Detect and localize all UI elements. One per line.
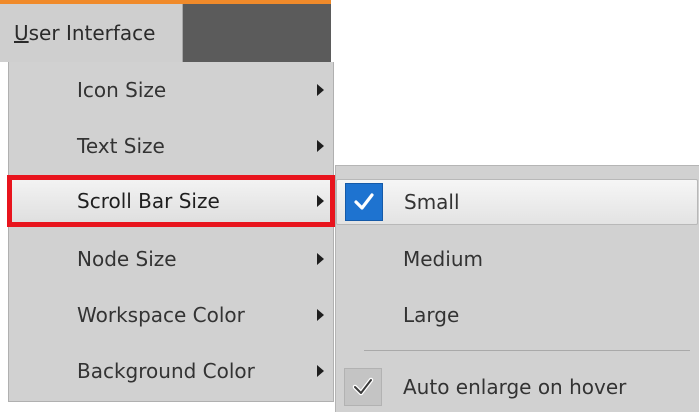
submenu-item-label: Medium bbox=[403, 247, 483, 271]
chevron-right-icon bbox=[317, 195, 324, 207]
checkmark-icon bbox=[345, 183, 383, 221]
submenu-separator bbox=[364, 350, 690, 351]
menu-item-label: Node Size bbox=[77, 247, 177, 271]
menu-item-workspace-color[interactable]: Workspace Color bbox=[9, 295, 333, 335]
menu-item-icon-size[interactable]: Icon Size bbox=[9, 70, 333, 110]
menu-item-label: Text Size bbox=[77, 134, 165, 158]
menu-item-label: Icon Size bbox=[77, 78, 167, 102]
menu-item-scroll-bar-size[interactable]: Scroll Bar Size bbox=[7, 175, 335, 227]
menu-bar: User Interface bbox=[0, 0, 331, 62]
submenu-item-label: Auto enlarge on hover bbox=[403, 375, 627, 399]
submenu-item-small[interactable]: Small bbox=[336, 179, 698, 225]
menu-item-label: Scroll Bar Size bbox=[77, 189, 220, 213]
submenu-item-auto-enlarge-on-hover[interactable]: Auto enlarge on hover bbox=[336, 364, 698, 410]
chevron-right-icon bbox=[317, 253, 324, 265]
menu-user-interface[interactable]: User Interface bbox=[0, 4, 183, 62]
chevron-right-icon bbox=[317, 309, 324, 321]
menu-item-node-size[interactable]: Node Size bbox=[9, 239, 333, 279]
submenu-item-large[interactable]: Large bbox=[336, 292, 698, 338]
menu-item-label: Background Color bbox=[77, 359, 255, 383]
menu-item-background-color[interactable]: Background Color bbox=[9, 351, 333, 391]
checkmark-icon bbox=[344, 368, 382, 406]
menu-user-interface-mnemonic: U bbox=[14, 21, 29, 45]
chevron-right-icon bbox=[317, 84, 324, 96]
scroll-bar-size-submenu: Small Medium Large Auto enlarge on hover bbox=[335, 165, 699, 412]
submenu-item-label: Small bbox=[404, 190, 460, 214]
menu-item-text-size[interactable]: Text Size bbox=[9, 126, 333, 166]
user-interface-dropdown: Icon Size Text Size Scroll Bar Size Node… bbox=[7, 62, 335, 402]
submenu-item-label: Large bbox=[403, 303, 460, 327]
menu-user-interface-label: ser Interface bbox=[28, 21, 156, 45]
submenu-item-medium[interactable]: Medium bbox=[336, 236, 698, 282]
menu-item-label: Workspace Color bbox=[77, 303, 245, 327]
chevron-right-icon bbox=[317, 140, 324, 152]
chevron-right-icon bbox=[317, 365, 324, 377]
